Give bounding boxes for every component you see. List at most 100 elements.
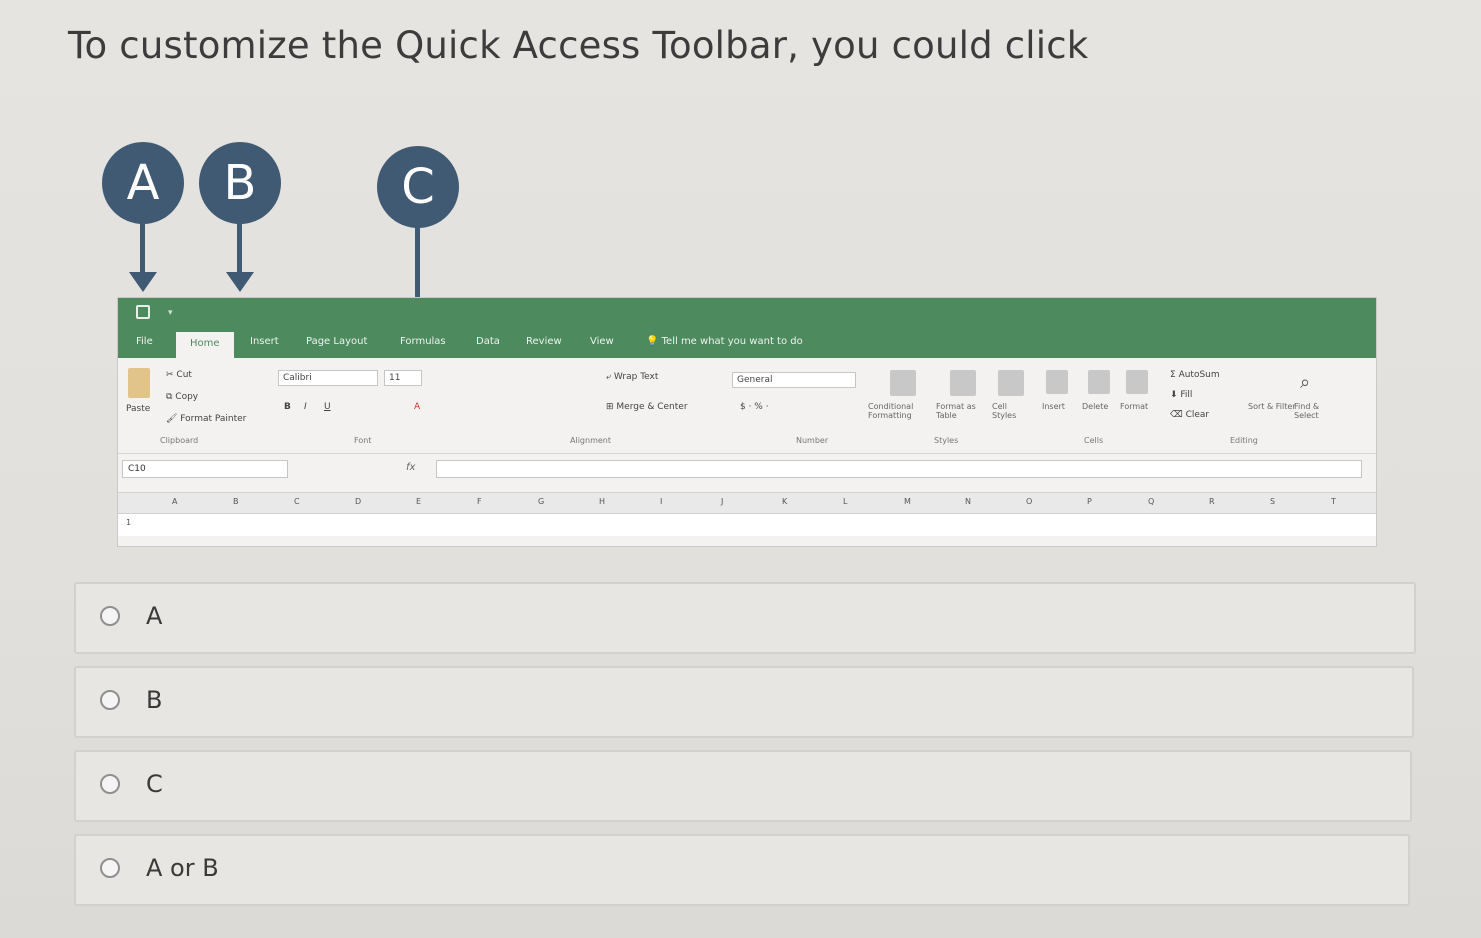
- callout-a-arrow-icon: [129, 272, 157, 292]
- quick-access-customize-icon[interactable]: ▾: [168, 308, 173, 318]
- radio-c[interactable]: [100, 774, 120, 794]
- format-cells-button[interactable]: Format: [1120, 402, 1148, 411]
- italic-button[interactable]: I: [304, 402, 307, 412]
- bold-button[interactable]: B: [284, 402, 291, 412]
- excel-window: ▾ File Home Insert Page Layout Formulas …: [117, 297, 1377, 547]
- insert-cells-button[interactable]: Insert: [1042, 402, 1065, 411]
- tab-data[interactable]: Data: [476, 336, 500, 347]
- number-format-select[interactable]: General: [732, 372, 856, 388]
- conditional-formatting-button[interactable]: Conditional Formatting: [868, 402, 936, 420]
- option-c-label: C: [146, 770, 163, 798]
- sort-filter-button[interactable]: Sort & Filter: [1248, 402, 1298, 411]
- tab-view[interactable]: View: [590, 336, 614, 347]
- column-header[interactable]: Q: [1148, 497, 1154, 506]
- column-header[interactable]: K: [782, 497, 787, 506]
- radio-a[interactable]: [100, 606, 120, 626]
- option-c[interactable]: C: [74, 750, 1412, 822]
- delete-cells-button[interactable]: Delete: [1082, 402, 1108, 411]
- fill-label: Fill: [1180, 390, 1193, 400]
- column-header[interactable]: J: [721, 497, 723, 506]
- wrap-text-button[interactable]: ⤶ Wrap Text: [606, 372, 658, 382]
- column-header[interactable]: T: [1331, 497, 1336, 506]
- conditional-formatting-icon[interactable]: [890, 370, 916, 396]
- format-cells-icon[interactable]: [1126, 370, 1148, 394]
- search-icon[interactable]: ⌕: [1300, 372, 1310, 393]
- autosum-label: AutoSum: [1178, 370, 1220, 380]
- font-group-label: Font: [354, 436, 372, 445]
- option-b-label: B: [146, 686, 163, 714]
- currency-button[interactable]: $ · % ·: [740, 402, 769, 412]
- cell-styles-icon[interactable]: [998, 370, 1024, 396]
- format-as-table-icon[interactable]: [950, 370, 976, 396]
- column-header[interactable]: G: [538, 497, 544, 506]
- cell-styles-button[interactable]: Cell Styles: [992, 402, 1028, 420]
- column-header[interactable]: H: [599, 497, 605, 506]
- tab-insert[interactable]: Insert: [250, 336, 279, 347]
- merge-center-button[interactable]: ⊞ Merge & Center: [606, 402, 688, 412]
- underline-button[interactable]: U: [324, 402, 331, 412]
- fill-button[interactable]: ⬇ Fill: [1170, 390, 1192, 400]
- formula-bar: C10 fx: [118, 456, 1376, 482]
- find-select-button[interactable]: Find & Select: [1294, 402, 1340, 420]
- clipboard-group-label: Clipboard: [160, 436, 199, 445]
- formula-input[interactable]: [436, 460, 1362, 478]
- column-header[interactable]: O: [1026, 497, 1032, 506]
- cut-button[interactable]: ✂ Cut: [166, 370, 192, 380]
- insert-cells-icon[interactable]: [1046, 370, 1068, 394]
- column-header[interactable]: F: [477, 497, 482, 506]
- tab-review[interactable]: Review: [526, 336, 562, 347]
- autosum-button[interactable]: Σ AutoSum: [1170, 370, 1220, 380]
- callout-b: B: [199, 142, 281, 224]
- column-header[interactable]: D: [355, 497, 361, 506]
- column-header[interactable]: P: [1087, 497, 1092, 506]
- option-a-label: A: [146, 602, 163, 630]
- tab-file[interactable]: File: [136, 336, 153, 347]
- copy-button[interactable]: ⧉ Copy: [166, 392, 198, 402]
- column-header[interactable]: E: [416, 497, 421, 506]
- callout-c: C: [377, 146, 459, 228]
- question-text: To customize the Quick Access Toolbar, y…: [68, 24, 1089, 67]
- name-box[interactable]: C10: [122, 460, 288, 478]
- radio-b[interactable]: [100, 690, 120, 710]
- delete-cells-icon[interactable]: [1088, 370, 1110, 394]
- styles-group-label: Styles: [934, 436, 959, 445]
- column-header[interactable]: N: [965, 497, 971, 506]
- column-header[interactable]: M: [904, 497, 911, 506]
- font-size-value: 11: [389, 373, 401, 383]
- tab-page-layout[interactable]: Page Layout: [306, 336, 367, 347]
- callout-a-stem: [140, 222, 145, 274]
- font-name-value: Calibri: [283, 373, 312, 383]
- clear-button[interactable]: ⌫ Clear: [1170, 410, 1209, 420]
- option-b[interactable]: B: [74, 666, 1414, 738]
- save-icon[interactable]: [136, 305, 150, 319]
- font-name-select[interactable]: Calibri: [278, 370, 378, 386]
- editing-group-label: Editing: [1230, 436, 1258, 445]
- copy-label: Copy: [175, 392, 199, 402]
- option-a[interactable]: A: [74, 582, 1416, 654]
- fx-icon[interactable]: fx: [406, 462, 415, 473]
- column-header[interactable]: C: [294, 497, 300, 506]
- tab-home[interactable]: Home: [176, 332, 234, 358]
- column-headers: A B C D E F G H I J K L M N O P Q R S T: [118, 492, 1376, 514]
- radio-a-or-b[interactable]: [100, 858, 120, 878]
- merge-center-label: Merge & Center: [616, 402, 688, 412]
- font-color-button[interactable]: A: [414, 402, 420, 412]
- column-header[interactable]: R: [1209, 497, 1215, 506]
- option-a-or-b[interactable]: A or B: [74, 834, 1410, 906]
- column-header[interactable]: I: [660, 497, 662, 506]
- font-size-select[interactable]: 11: [384, 370, 422, 386]
- column-header[interactable]: A: [172, 497, 177, 506]
- format-painter-button[interactable]: 🖌 Format Painter: [166, 414, 246, 424]
- format-as-table-button[interactable]: Format as Table: [936, 402, 988, 420]
- tab-formulas[interactable]: Formulas: [400, 336, 446, 347]
- paste-button[interactable]: Paste: [126, 404, 150, 414]
- tell-me-search[interactable]: 💡 Tell me what you want to do: [646, 336, 803, 347]
- row-number: 1: [126, 518, 132, 527]
- column-header[interactable]: L: [843, 497, 847, 506]
- paste-icon[interactable]: [128, 368, 150, 398]
- row-1: 1: [118, 514, 1376, 536]
- column-header[interactable]: B: [233, 497, 239, 506]
- callout-b-label: B: [223, 155, 257, 211]
- column-header[interactable]: S: [1270, 497, 1275, 506]
- cut-label: Cut: [176, 370, 192, 380]
